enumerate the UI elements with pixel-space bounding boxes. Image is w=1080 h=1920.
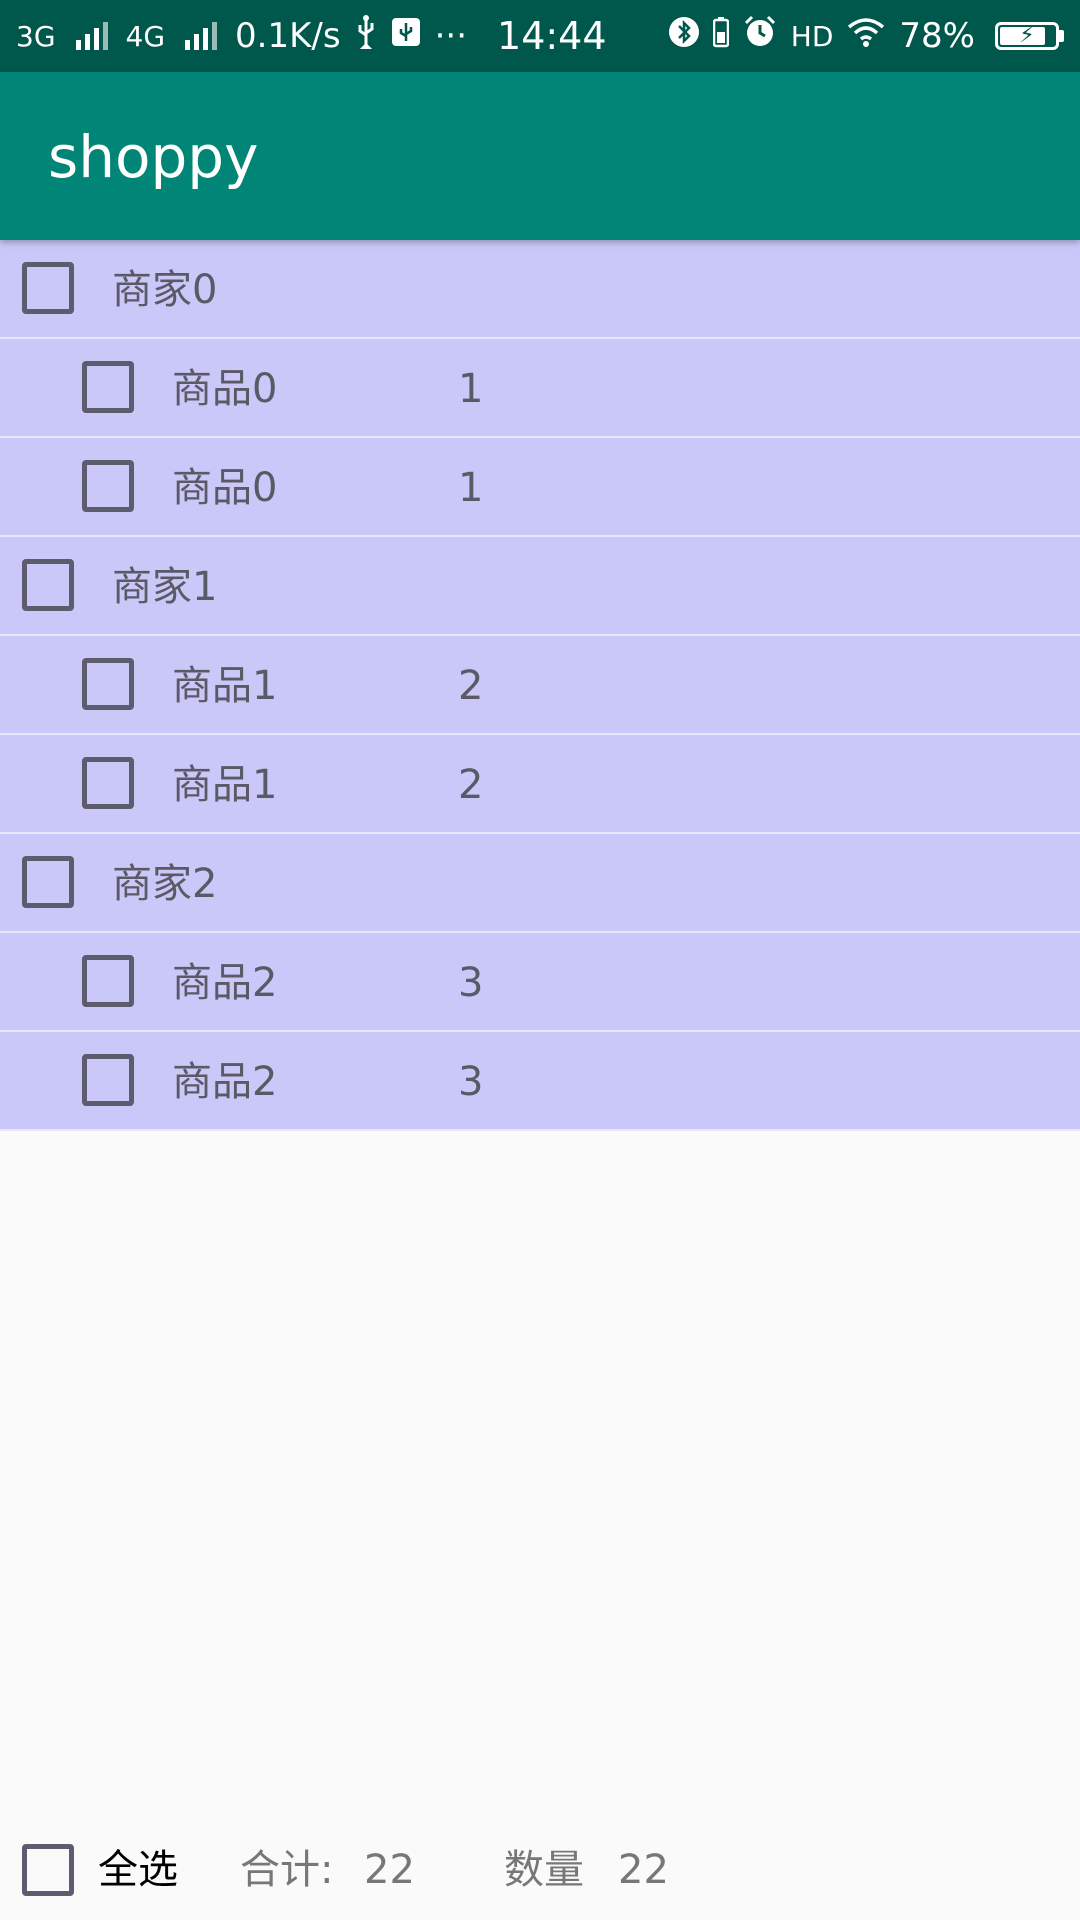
merchant-checkbox[interactable] <box>22 262 74 314</box>
app-title: shoppy <box>48 123 259 191</box>
product-row[interactable]: 商品0 1 <box>0 438 1080 537</box>
product-checkbox[interactable] <box>82 1054 134 1106</box>
product-count: 1 <box>458 465 484 511</box>
product-checkbox[interactable] <box>82 955 134 1007</box>
merchant-checkbox[interactable] <box>22 856 74 908</box>
status-bar-left: 3G 4G 0.1K/s ··· 14:44 <box>16 14 607 58</box>
app-bar: shoppy <box>0 72 1080 240</box>
network-4g-label: 4G <box>125 19 166 53</box>
product-name: 商品2 <box>172 1059 278 1105</box>
hd-label: HD <box>790 19 834 53</box>
merchant-checkbox[interactable] <box>22 559 74 611</box>
wifi-icon <box>847 16 885 56</box>
total-label: 合计: <box>240 1847 334 1893</box>
product-count: 3 <box>458 1059 484 1105</box>
quantity-value: 22 <box>618 1847 669 1893</box>
quantity-label: 数量 <box>504 1847 584 1893</box>
network-3g-label: 3G <box>16 19 56 53</box>
battery-percent: 78% <box>899 16 975 56</box>
product-row[interactable]: 商品2 3 <box>0 1032 1080 1131</box>
product-name: 商品2 <box>172 960 278 1006</box>
product-checkbox[interactable] <box>82 460 134 512</box>
total-value: 22 <box>364 1847 415 1893</box>
alarm-icon <box>743 15 777 58</box>
usb-icon <box>355 14 377 58</box>
merchant-row[interactable]: 商家2 <box>0 834 1080 933</box>
product-count: 3 <box>458 960 484 1006</box>
product-row[interactable]: 商品0 1 <box>0 339 1080 438</box>
merchant-row[interactable]: 商家1 <box>0 537 1080 636</box>
product-count: 2 <box>458 762 484 808</box>
select-all-checkbox[interactable] <box>22 1844 74 1896</box>
usb-debug-icon <box>391 16 421 56</box>
select-all-label[interactable]: 全选 <box>98 1846 178 1894</box>
cart-summary-bar: 全选 合计: 22 数量 22 <box>0 1820 1080 1920</box>
network-speed: 0.1K/s <box>235 16 341 56</box>
vibrate-icon <box>712 16 730 57</box>
merchant-row[interactable]: 商家0 <box>0 240 1080 339</box>
product-count: 2 <box>458 663 484 709</box>
product-checkbox[interactable] <box>82 757 134 809</box>
cart-list: 商家0 商品0 1 商品0 1 商家1 商品1 2 商品1 2 商家2 商品2 … <box>0 240 1080 1131</box>
status-bar-right: HD 78% ⚡ <box>668 15 1064 58</box>
merchant-name: 商家2 <box>112 861 218 907</box>
signal-icon <box>185 22 221 50</box>
product-row[interactable]: 商品1 2 <box>0 636 1080 735</box>
product-name: 商品0 <box>172 465 278 511</box>
product-name: 商品1 <box>172 762 278 808</box>
clock-time: 14:44 <box>497 14 607 58</box>
more-icon: ··· <box>434 16 468 56</box>
product-row[interactable]: 商品2 3 <box>0 933 1080 1032</box>
merchant-name: 商家1 <box>112 564 218 610</box>
battery-charging-icon: ⚡ <box>995 22 1064 50</box>
product-name: 商品1 <box>172 663 278 709</box>
bluetooth-icon <box>668 15 699 58</box>
product-row[interactable]: 商品1 2 <box>0 735 1080 834</box>
signal-icon <box>75 22 112 50</box>
product-checkbox[interactable] <box>82 361 134 413</box>
merchant-name: 商家0 <box>112 267 218 313</box>
status-bar: 3G 4G 0.1K/s ··· 14:44 HD 78% ⚡ <box>0 0 1080 72</box>
product-count: 1 <box>458 366 484 412</box>
product-checkbox[interactable] <box>82 658 134 710</box>
product-name: 商品0 <box>172 366 278 412</box>
